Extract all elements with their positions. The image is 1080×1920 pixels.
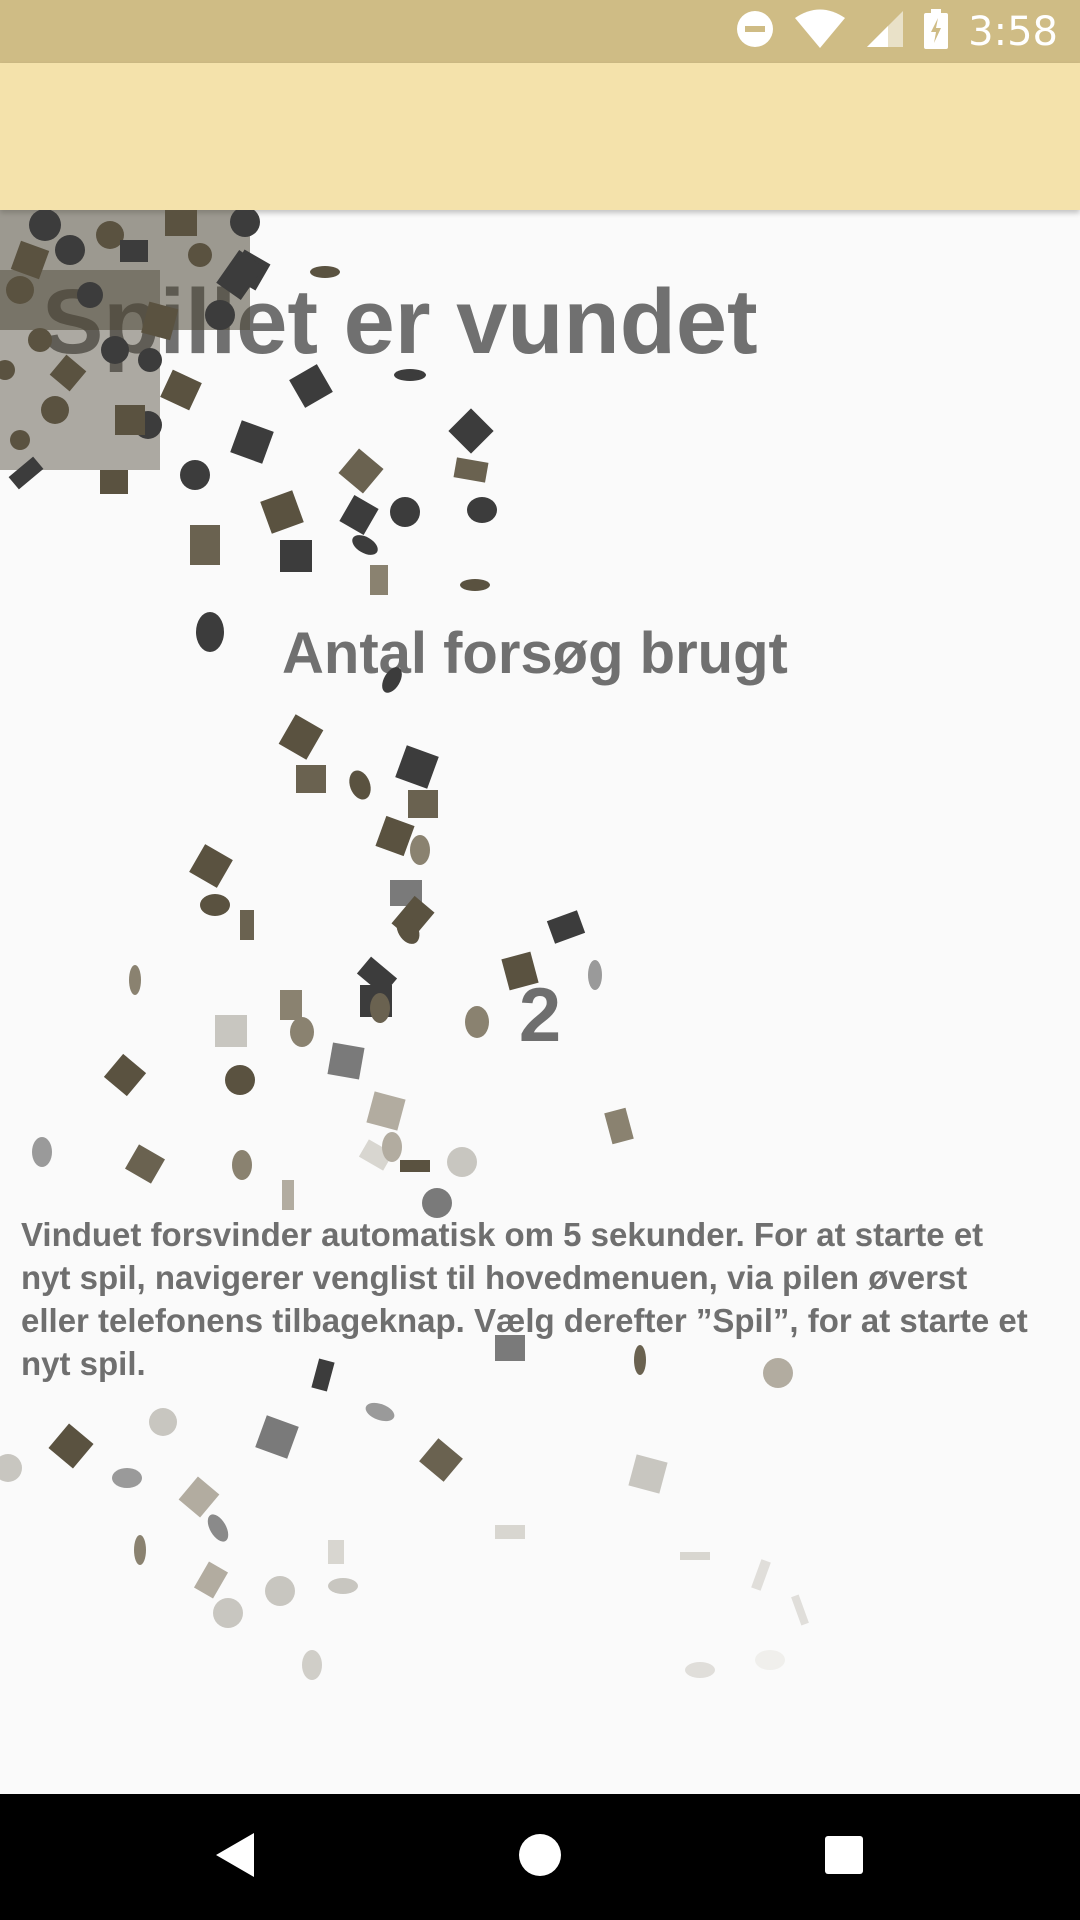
back-icon — [214, 1831, 256, 1884]
wifi-icon — [794, 9, 846, 54]
page-title: Spillet er vundet — [42, 271, 758, 373]
attempts-label: Antal forsøg brugt — [282, 621, 788, 686]
home-button[interactable] — [440, 1794, 640, 1920]
win-content: Spillet er vundet Antal forsøg brugt 2 V… — [0, 210, 1080, 1794]
status-bar: 3:58 — [0, 0, 1080, 63]
home-icon — [518, 1833, 562, 1882]
status-icons: 3:58 — [736, 0, 1058, 63]
do-not-disturb-icon — [736, 10, 774, 53]
navigation-bar — [0, 1794, 1080, 1920]
info-message: Vinduet forsvinder automatisk om 5 sekun… — [21, 1216, 1028, 1382]
recents-button[interactable] — [744, 1794, 944, 1920]
cell-signal-icon — [866, 10, 904, 53]
app-bar — [0, 63, 1080, 210]
back-button[interactable] — [135, 1794, 335, 1920]
status-time: 3:58 — [968, 8, 1058, 55]
battery-charging-icon — [924, 9, 949, 54]
recents-icon — [824, 1835, 864, 1880]
attempts-value: 2 — [518, 973, 562, 1058]
